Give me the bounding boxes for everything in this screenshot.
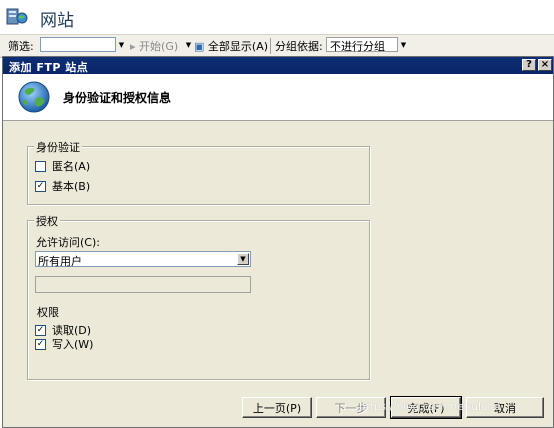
page-title: 网站 [40, 11, 74, 31]
basic-label: 基本(B) [52, 180, 91, 193]
watermark: https://blog.csdn.net/ululul [359, 401, 501, 413]
play-icon: ▸ [130, 40, 136, 53]
anonymous-checkbox[interactable] [35, 160, 46, 172]
chevron-down-icon[interactable]: ▼ [237, 253, 249, 265]
anonymous-label: 匿名(A) [52, 160, 91, 173]
filter-dropdown-icon[interactable]: ▼ [116, 37, 127, 52]
permissions-label: 权限 [37, 306, 59, 319]
group-by-select[interactable]: 不进行分组 [326, 37, 398, 53]
start-dropdown-icon[interactable]: ▼ [183, 37, 194, 52]
sites-page-header: 网站 [0, 0, 554, 34]
group-by-label: 分组依据: [275, 40, 323, 53]
allow-access-select[interactable]: 所有用户 ▼ [35, 251, 251, 268]
write-label: 写入(W) [52, 338, 94, 351]
authorization-group-label: 授权 [34, 213, 60, 229]
write-checkbox-row[interactable]: ✓ 写入(W) [35, 336, 93, 352]
filter-toolbar: 筛选: ▼ ▸ 开始(G) ▼ ▣ 全部显示(A) 分组依据: 不进行分组 ▼ [0, 34, 554, 58]
group-by-value: 不进行分组 [330, 40, 385, 53]
dialog-header: 身份验证和授权信息 [3, 74, 553, 121]
authentication-group-label: 身份验证 [34, 139, 82, 155]
globe-icon [18, 81, 50, 113]
start-button[interactable]: ▸ 开始(G) [130, 38, 178, 54]
dialog-titlebar: 添加 FTP 站点 ? × [3, 57, 553, 74]
group-by-dropdown-icon[interactable]: ▼ [398, 37, 409, 52]
toolbar-separator [270, 38, 271, 54]
help-button[interactable]: ? [522, 59, 536, 71]
help-icon: ? [526, 59, 532, 70]
add-ftp-site-dialog: 添加 FTP 站点 ? × 身份验证和授权信息 身份验证 匿名(A) ✓ 基本(… [2, 56, 554, 428]
close-button[interactable]: × [538, 59, 552, 71]
allow-access-label: 允许访问(C): [36, 236, 100, 249]
authorization-group: 授权 允许访问(C): 所有用户 ▼ 权限 ✓ 读取(D) ✓ 写入(W) [27, 213, 370, 380]
dialog-heading: 身份验证和授权信息 [63, 91, 172, 105]
anonymous-checkbox-row[interactable]: 匿名(A) [35, 158, 90, 174]
allow-access-value: 所有用户 [38, 255, 82, 268]
previous-button[interactable]: 上一页(P) [242, 397, 312, 418]
dialog-title: 添加 FTP 站点 [9, 61, 89, 74]
basic-checkbox-row[interactable]: ✓ 基本(B) [35, 178, 90, 194]
close-icon: × [540, 59, 550, 70]
basic-checkbox[interactable]: ✓ [35, 180, 46, 192]
write-checkbox[interactable]: ✓ [35, 338, 46, 350]
users-textbox[interactable] [35, 276, 251, 293]
authentication-group: 身份验证 匿名(A) ✓ 基本(B) [27, 139, 370, 205]
show-all-icon: ▣ [194, 40, 205, 53]
filter-input[interactable] [40, 37, 116, 52]
filter-label: 筛选: [8, 40, 34, 53]
show-all-button[interactable]: ▣ 全部显示(A) [194, 38, 268, 54]
read-checkbox[interactable]: ✓ [35, 324, 46, 336]
server-icon [6, 8, 28, 25]
